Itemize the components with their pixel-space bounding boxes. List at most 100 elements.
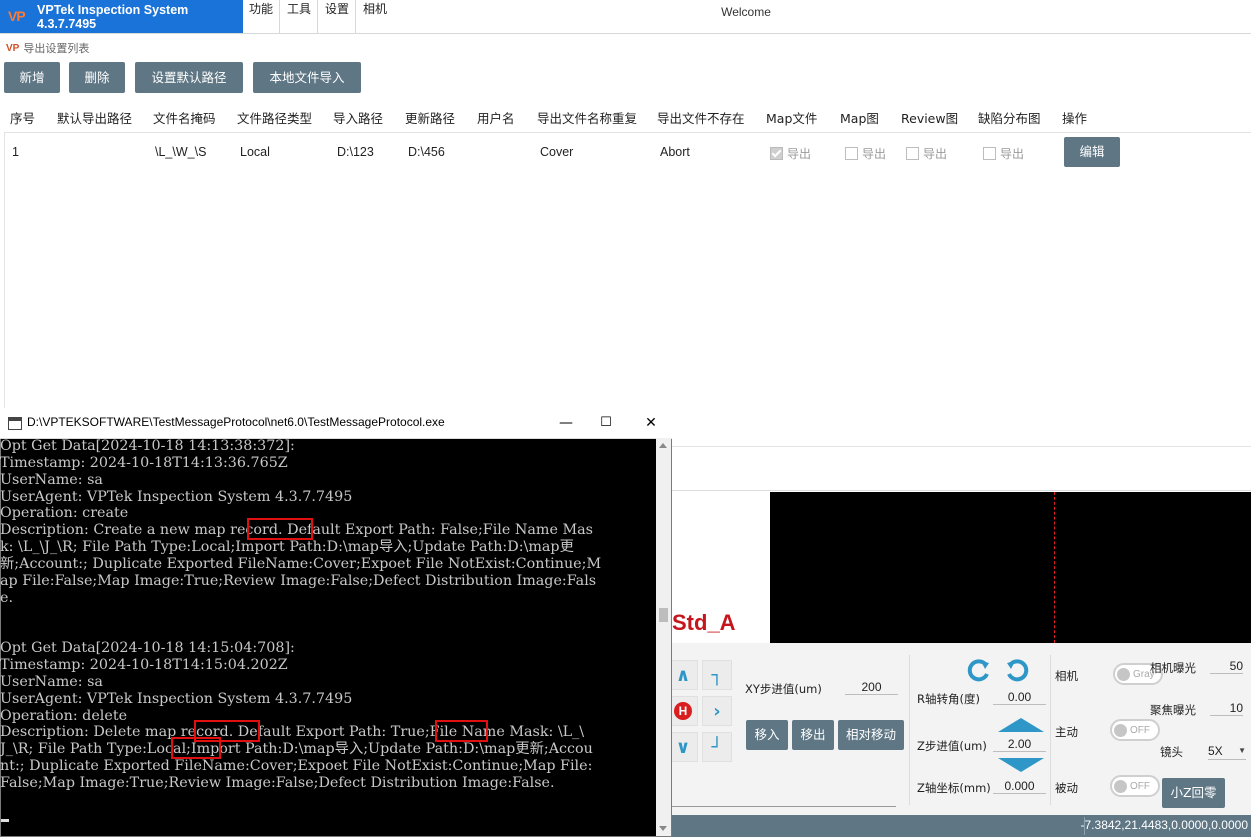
active-label: 主动 [1055,725,1078,739]
move-in-button[interactable]: 移入 [746,720,788,750]
menu-settings[interactable]: 设置 [319,0,357,33]
checkbox-label: 导出 [787,147,812,161]
toggle-knob [1117,667,1130,681]
checkbox-label: 导出 [862,147,887,161]
console-line: Opt Get Data[2024-10-18 14:15:04:708]: [0,640,295,657]
app-title: VPTek Inspection System 4.3.7.7495 [37,2,189,31]
focus-exposure-input[interactable]: 10 [1210,701,1243,716]
checkbox-checked-icon [770,147,783,160]
move-down-right-icon[interactable]: ┘ [702,732,732,762]
exposure-label: 相机曝光 [1150,661,1196,675]
delete-button[interactable]: 删除 [69,62,125,93]
row-not-exist: Abort [660,145,690,159]
highlight-box [435,720,488,742]
close-icon[interactable]: ✕ [628,412,674,434]
console-line: UserAgent: VPTek Inspection System 4.3.7… [0,488,353,505]
menu-camera[interactable]: 相机 [357,0,393,33]
scroll-up-icon[interactable] [659,443,667,448]
col-username: 用户名 [477,111,515,126]
col-path-type: 文件路径类型 [237,111,313,126]
stage-coordinates: -7.3842,21.4483,0.0000,0.0000 [1080,818,1248,832]
row-import-path: D:\123 [337,145,374,159]
home-icon[interactable]: H [668,696,698,726]
move-up-icon[interactable]: ∧ [668,660,698,690]
console-line: UserAgent: VPTek Inspection System 4.3.7… [0,690,353,707]
crosshair-line [1054,492,1055,643]
local-import-button[interactable]: 本地文件导入 [253,62,361,93]
scrollbar-thumb[interactable] [659,608,668,622]
col-dup-name: 导出文件名称重复 [537,111,638,126]
console-scrollbar[interactable] [656,438,671,836]
move-down-icon[interactable]: ∨ [668,732,698,762]
col-index: 序号 [10,111,36,126]
focus-exposure-label: 聚焦曝光 [1150,703,1196,717]
scroll-down-icon[interactable] [659,826,667,831]
console-line: Timestamp: 2024-10-18T14:13:36.765Z [0,454,288,471]
divider [1050,655,1051,805]
rotate-cw-icon[interactable] [1004,657,1030,683]
move-up-right-icon[interactable]: ┐ [702,660,732,690]
z-step-input[interactable]: 2.00 [993,737,1046,752]
col-map-file: Map文件 [766,111,818,126]
z-down-icon[interactable] [998,758,1044,775]
console-line: Description: Create a new map record. De… [0,522,593,539]
console-line: UserName: sa [0,673,103,690]
lens-value: 5X [1208,743,1223,758]
console-cursor [1,819,9,822]
small-z-zero-button[interactable]: 小Z回零 [1162,778,1225,808]
divider [909,655,910,805]
edit-button[interactable]: 编辑 [1064,137,1120,167]
chevron-down-icon: ▼ [1238,746,1246,755]
move-right-icon[interactable]: › [702,696,732,726]
col-action: 操作 [1062,111,1088,126]
console-line: Description: Delete map record. Default … [0,724,585,741]
passive-label: 被动 [1055,781,1078,795]
menu-function[interactable]: 功能 [243,0,281,33]
add-button[interactable]: 新增 [4,62,60,93]
row-index: 1 [12,145,19,159]
app-logo: VP [8,7,26,24]
map-image-checkbox[interactable]: 导出 [845,145,886,162]
maximize-icon[interactable]: ☐ [583,412,629,434]
checkbox-icon [845,147,858,160]
console-line: J_\R; File Path Type:Local;Import Path:D… [0,741,593,758]
r-angle-label: R轴转角(度) [917,692,980,706]
console-line: nt:; Duplicate Exported FileName:Cover;E… [0,758,593,775]
console-line: k: \L_\J_\R; File Path Type:Local;Import… [0,539,574,556]
active-toggle[interactable]: OFF [1110,719,1160,741]
map-file-checkbox[interactable]: 导出 [770,145,811,162]
z-coord-input[interactable]: 0.000 [993,779,1046,794]
set-default-path-button[interactable]: 设置默认路径 [135,62,243,93]
z-coord-label: Z轴坐标(mm) [917,781,991,795]
checkbox-label: 导出 [1000,147,1025,161]
welcome-text: Welcome [721,5,771,19]
console-line: False;Map Image:True;Review Image:False;… [0,774,555,791]
console-line: Operation: create [0,505,129,522]
col-defect-map: 缺陷分布图 [978,111,1041,126]
exposure-input[interactable]: 50 [1210,659,1243,674]
lens-label: 镜头 [1160,745,1183,759]
rotate-ccw-icon[interactable] [966,657,992,683]
highlight-box [171,737,221,759]
xy-step-input[interactable]: 200 [845,680,898,695]
review-image-checkbox[interactable]: 导出 [906,145,947,162]
z-up-icon[interactable] [998,718,1044,735]
camera-label: 相机 [1055,669,1078,683]
defect-map-checkbox[interactable]: 导出 [983,145,1024,162]
r-angle-input[interactable]: 0.00 [993,690,1046,705]
checkbox-icon [906,147,919,160]
console-line: Timestamp: 2024-10-18T14:15:04.202Z [0,656,288,673]
row-mask: \L_\W_\S [155,145,207,159]
toggle-knob [1114,723,1127,737]
page-title: 导出设置列表 [23,42,90,55]
home-glyph: H [674,702,692,720]
toggle-knob [1114,779,1127,793]
passive-toggle[interactable]: OFF [1110,775,1160,797]
console-titlebar[interactable]: D:\VPTEKSOFTWARE\TestMessageProtocol\net… [0,408,672,439]
relative-move-button[interactable]: 相对移动 [838,720,904,750]
move-out-button[interactable]: 移出 [792,720,834,750]
menu-tools[interactable]: 工具 [281,0,319,33]
lens-select[interactable]: 5X ▼ [1208,742,1246,760]
